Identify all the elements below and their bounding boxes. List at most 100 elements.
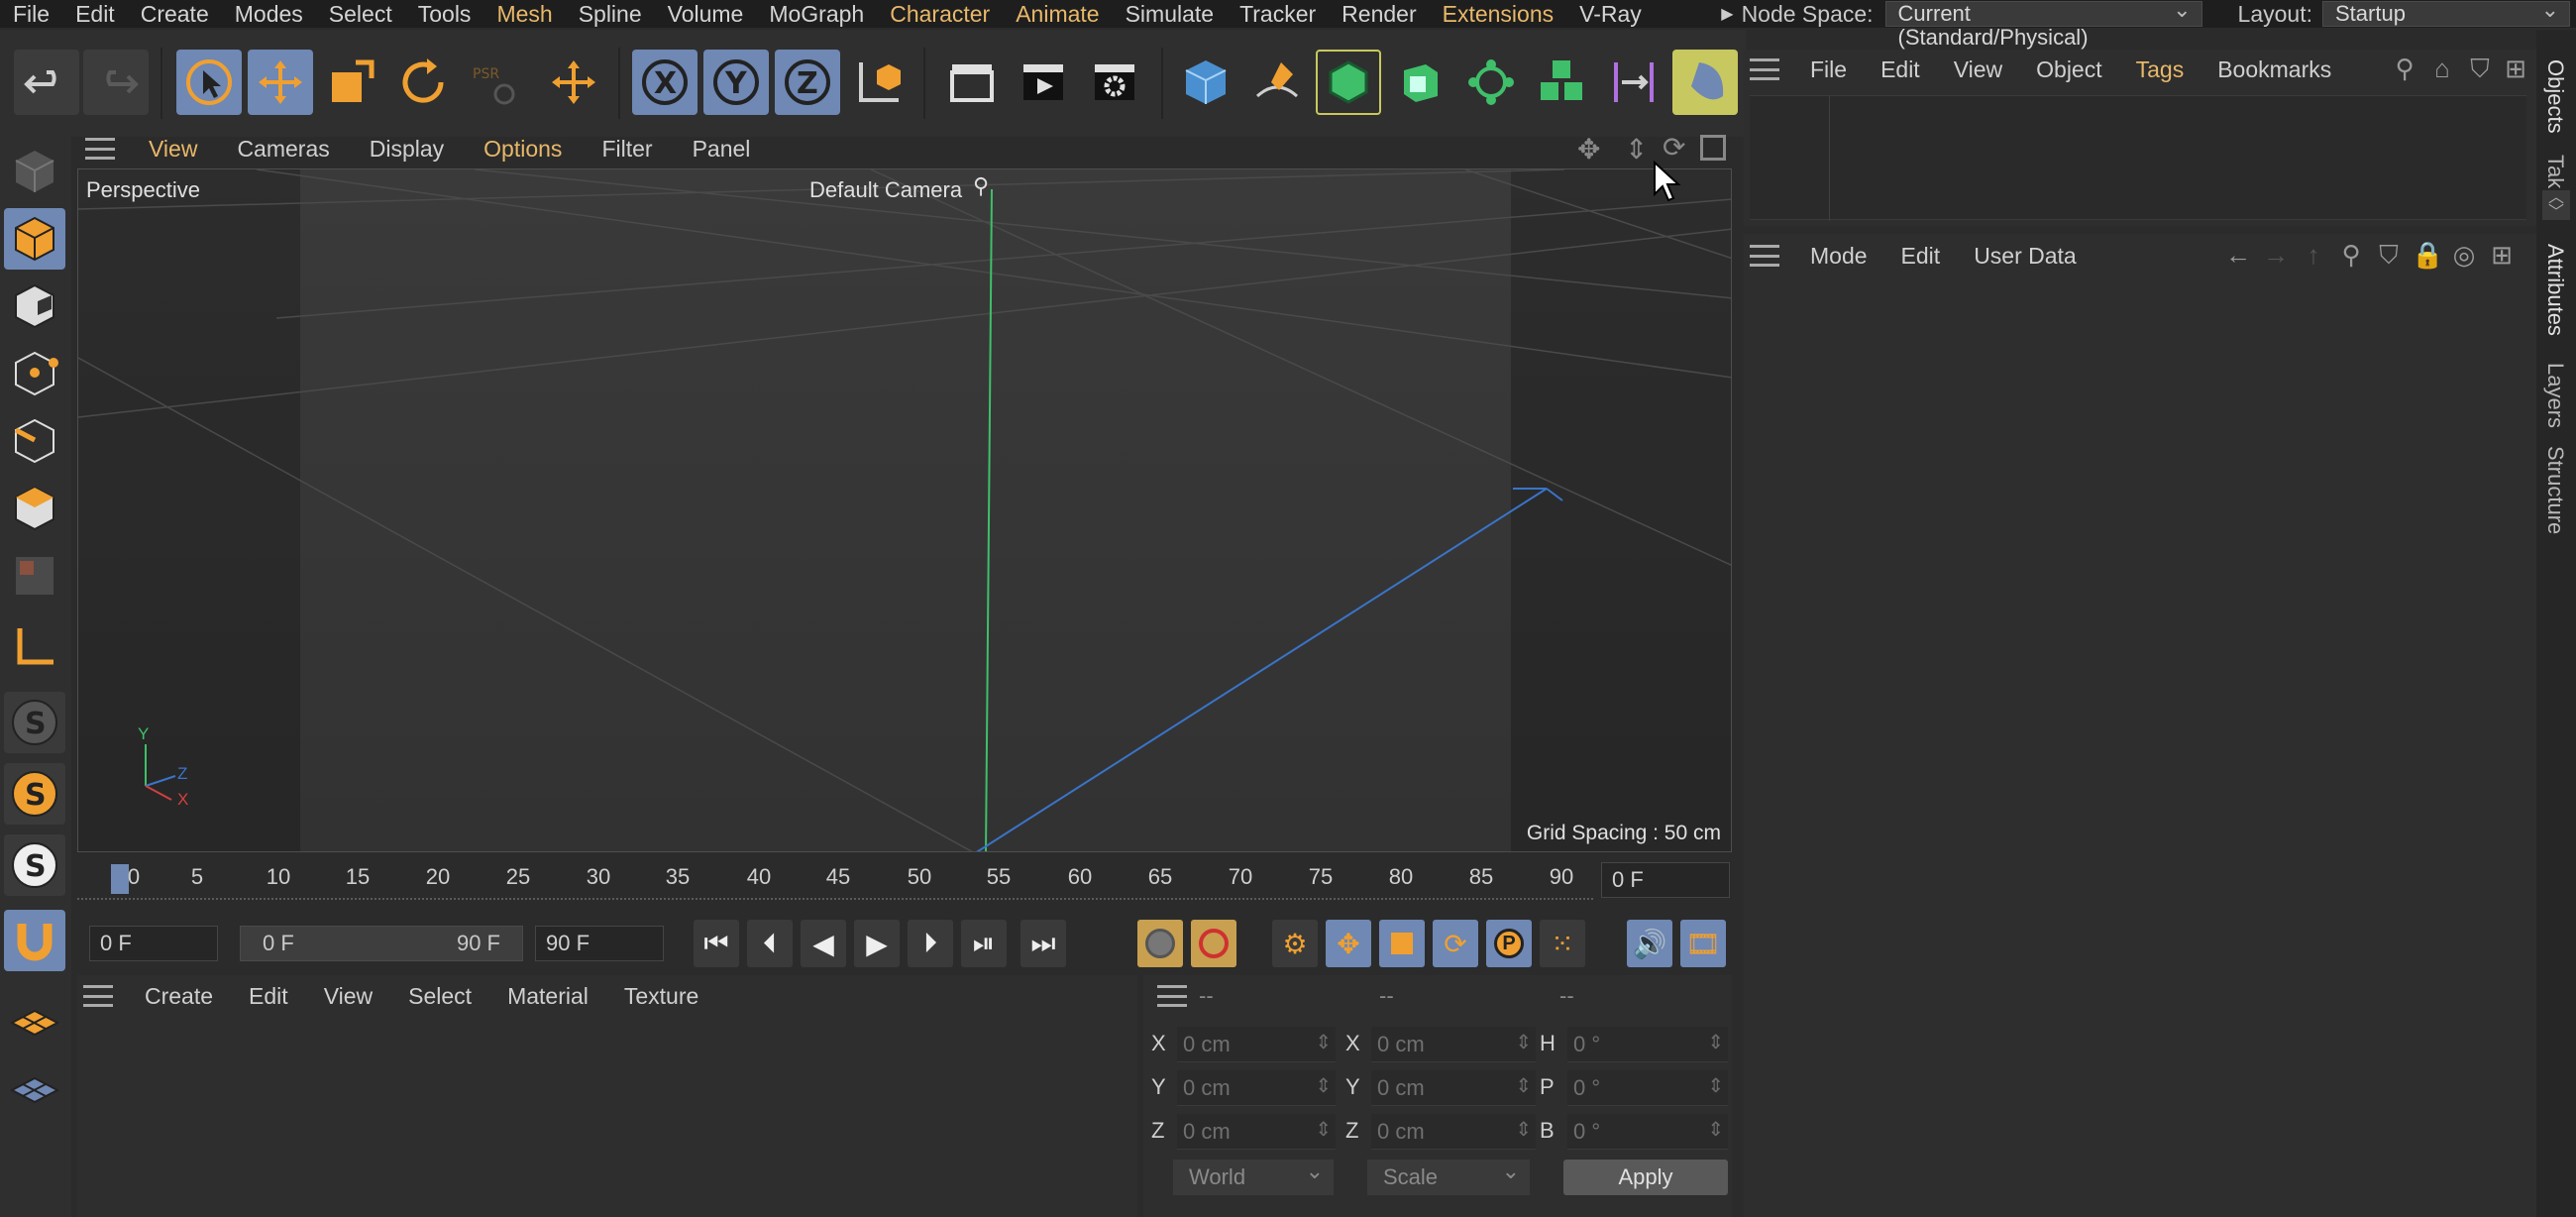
- viewport-menu-panel[interactable]: Panel: [673, 136, 771, 163]
- object-menu-bookmarks[interactable]: Bookmarks: [2200, 56, 2348, 83]
- pan-view-icon[interactable]: ✥: [1577, 133, 1600, 166]
- solo-button-1[interactable]: S: [4, 692, 65, 753]
- z-axis-lock-button[interactable]: Z: [775, 50, 840, 115]
- back-arrow-icon[interactable]: ←: [2223, 240, 2253, 270]
- sound-button[interactable]: 🔊: [1627, 920, 1672, 967]
- coordinate-space-dropdown[interactable]: World: [1173, 1154, 1334, 1195]
- caret-right-icon[interactable]: ▶: [1721, 4, 1733, 24]
- playhead[interactable]: [111, 864, 129, 894]
- attribute-search-icon[interactable]: ⚲: [2336, 240, 2366, 270]
- coordinates-hamburger-icon[interactable]: [1157, 985, 1187, 1007]
- size-y-field[interactable]: 0 cm: [1371, 1068, 1536, 1106]
- position-z-field[interactable]: 0 cm: [1177, 1112, 1336, 1150]
- x-axis-lock-button[interactable]: X: [632, 50, 698, 115]
- workplane-button[interactable]: [4, 987, 65, 1049]
- deformer-button[interactable]: [1601, 50, 1666, 115]
- psr-tool-button[interactable]: PSR: [462, 50, 527, 115]
- key-position-button[interactable]: ✥: [1326, 920, 1371, 967]
- viewport-menu-options[interactable]: Options: [464, 136, 582, 163]
- rotation-h-field[interactable]: 0 °: [1567, 1025, 1728, 1062]
- go-to-start-button[interactable]: ⏮: [694, 920, 739, 967]
- render-view-button[interactable]: [939, 50, 1005, 115]
- menu-spline[interactable]: Spline: [566, 0, 655, 28]
- attribute-content-area[interactable]: [1744, 281, 2536, 1217]
- position-y-field[interactable]: 0 cm: [1177, 1068, 1336, 1106]
- collapse-arrows-icon[interactable]: ︿ ﹀: [2542, 190, 2570, 221]
- subdivision-surface-button[interactable]: [1316, 50, 1381, 115]
- points-mode-button[interactable]: [4, 343, 65, 404]
- viewport-menu-filter[interactable]: Filter: [582, 136, 672, 163]
- select-tool-button[interactable]: [176, 50, 242, 115]
- tab-layers[interactable]: Layers: [2542, 363, 2568, 428]
- forward-arrow-icon[interactable]: →: [2261, 240, 2291, 270]
- viewport-menu-display[interactable]: Display: [350, 136, 464, 163]
- tab-structure[interactable]: Structure: [2542, 446, 2568, 534]
- menu-simulate[interactable]: Simulate: [1113, 0, 1227, 28]
- key-parameter-button[interactable]: P: [1486, 920, 1532, 967]
- current-frame-field[interactable]: 0 F: [1601, 862, 1730, 898]
- menu-modes[interactable]: Modes: [222, 0, 316, 28]
- menu-vray[interactable]: V-Ray: [1566, 0, 1655, 28]
- next-frame-button[interactable]: ⏵: [908, 920, 953, 967]
- live-select-button[interactable]: [541, 50, 606, 115]
- model-mode-button[interactable]: [4, 208, 65, 270]
- axis-mode-button[interactable]: [4, 616, 65, 678]
- menu-select[interactable]: Select: [316, 0, 405, 28]
- object-menu-view[interactable]: View: [1937, 56, 2019, 83]
- viewport-menu-view[interactable]: View: [129, 136, 217, 163]
- frame-range-slider[interactable]: 0 F 90 F: [240, 926, 523, 961]
- attribute-hamburger-icon[interactable]: [1750, 245, 1779, 267]
- edges-mode-button[interactable]: [4, 410, 65, 472]
- texture-mode-button[interactable]: [4, 276, 65, 337]
- attribute-menu-mode[interactable]: Mode: [1793, 243, 1884, 270]
- menu-tracker[interactable]: Tracker: [1227, 0, 1329, 28]
- previous-key-button[interactable]: ⏴: [747, 920, 793, 967]
- search-icon[interactable]: ⚲: [2390, 54, 2419, 83]
- size-z-field[interactable]: 0 cm: [1371, 1112, 1536, 1150]
- redo-button[interactable]: [83, 50, 149, 115]
- move-tool-button[interactable]: [248, 50, 313, 115]
- attribute-menu-edit[interactable]: Edit: [1884, 243, 1958, 270]
- object-menu-file[interactable]: File: [1793, 56, 1864, 83]
- tab-objects[interactable]: Objects: [2542, 59, 2568, 134]
- target-icon[interactable]: ◎: [2449, 240, 2479, 270]
- menu-mograph[interactable]: MoGraph: [756, 0, 877, 28]
- object-list-area[interactable]: [1750, 95, 2526, 221]
- menu-animate[interactable]: Animate: [1003, 0, 1112, 28]
- material-menu-select[interactable]: Select: [390, 983, 489, 1010]
- scale-tool-button[interactable]: [319, 50, 384, 115]
- solo-button-2[interactable]: S: [4, 763, 65, 825]
- undo-button[interactable]: [14, 50, 79, 115]
- object-menu-edit[interactable]: Edit: [1864, 56, 1937, 83]
- make-editable-button[interactable]: [4, 141, 65, 202]
- apply-button[interactable]: Apply: [1563, 1160, 1728, 1195]
- 3d-viewport[interactable]: Perspective Default Camera ⚲ Grid Spacin…: [77, 168, 1732, 852]
- menu-mesh[interactable]: Mesh: [483, 0, 565, 28]
- cloner-button[interactable]: [1458, 50, 1524, 115]
- position-x-field[interactable]: 0 cm: [1177, 1025, 1336, 1062]
- attribute-menu-user-data[interactable]: User Data: [1957, 243, 2093, 270]
- key-scale-button[interactable]: [1379, 920, 1425, 967]
- uv-mode-button[interactable]: [4, 545, 65, 607]
- size-x-field[interactable]: 0 cm: [1371, 1025, 1536, 1062]
- extrude-button[interactable]: [1387, 50, 1452, 115]
- keyframe-selection-button[interactable]: ⚙: [1272, 920, 1318, 967]
- rotation-b-field[interactable]: 0 °: [1567, 1112, 1728, 1150]
- solo-button-3[interactable]: S: [4, 834, 65, 896]
- previous-frame-button[interactable]: ◀: [801, 920, 846, 967]
- attribute-filter-icon[interactable]: ⛉: [2374, 240, 2404, 270]
- object-menu-object[interactable]: Object: [2019, 56, 2118, 83]
- menu-extensions[interactable]: Extensions: [1430, 0, 1567, 28]
- cube-button[interactable]: [1173, 50, 1238, 115]
- node-space-dropdown[interactable]: Current (Standard/Physical): [1884, 0, 2202, 50]
- polygons-mode-button[interactable]: [4, 478, 65, 539]
- coordinate-system-button[interactable]: [846, 50, 912, 115]
- orbit-view-icon[interactable]: ⟳: [1663, 131, 1685, 164]
- rotation-p-field[interactable]: 0 °: [1567, 1068, 1728, 1106]
- timeline-ruler[interactable]: 0 5 10 15 20 25 30 35 40 45 50 55 60 65 …: [77, 858, 1732, 906]
- camera-icon[interactable]: ⚲: [973, 173, 989, 199]
- menu-edit[interactable]: Edit: [62, 0, 128, 28]
- pen-spline-button[interactable]: [1244, 50, 1310, 115]
- camera-name-label[interactable]: Default Camera: [809, 177, 962, 203]
- film-button[interactable]: 🎞: [1680, 920, 1726, 967]
